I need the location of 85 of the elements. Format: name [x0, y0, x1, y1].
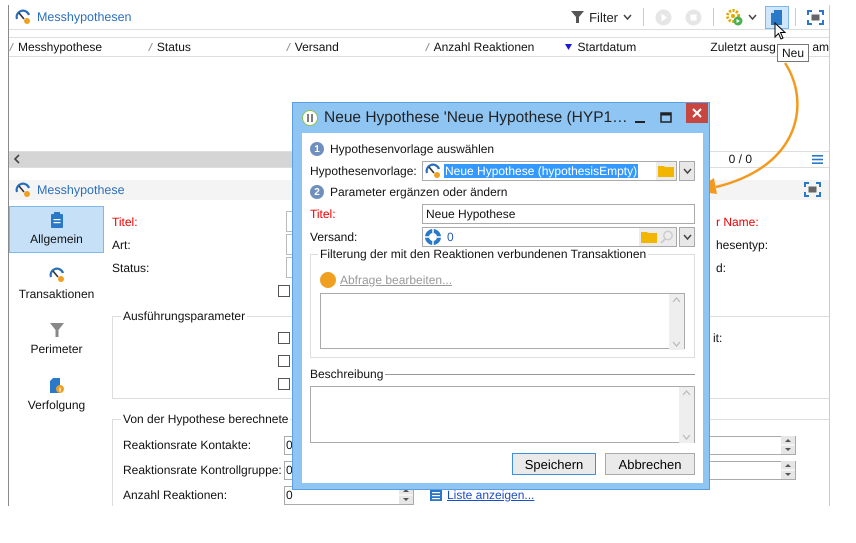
list-link[interactable]: Liste anzeigen... [430, 488, 534, 502]
column-header[interactable]: Anzahl Reaktionen [424, 38, 562, 56]
field-label: Titel: [310, 206, 337, 220]
field-label: Titel: [112, 214, 139, 228]
stop-icon [685, 8, 702, 26]
fullscreen-icon[interactable] [804, 182, 821, 198]
gauge-icon [15, 9, 31, 25]
window-title: Neue Hypothese 'Neue Hypothese (HYP1… [324, 109, 628, 127]
record-count: 0 / 0 [728, 152, 752, 166]
funnel-icon [50, 322, 64, 338]
column-header[interactable]: am [812, 40, 829, 54]
sort-icon [564, 44, 572, 50]
field-label: Anzahl Reaktionen: [123, 488, 228, 502]
menu-icon[interactable] [812, 154, 823, 164]
new-button[interactable] [765, 6, 789, 28]
step-label: Parameter ergänzen oder ändern [330, 185, 508, 199]
panel-title: Messhypothese [37, 182, 125, 197]
checkbox[interactable] [278, 332, 290, 344]
app-icon [302, 110, 318, 126]
maximize-icon[interactable] [660, 112, 672, 124]
close-button[interactable] [686, 103, 708, 123]
field-label: d: [716, 260, 726, 274]
cursor-icon [774, 22, 786, 40]
dropdown-button[interactable] [679, 226, 695, 246]
field-label: Hypothesenvorlage: [310, 164, 418, 178]
group-title: Ausführungsparameter [121, 309, 248, 323]
close-icon [692, 108, 702, 118]
sidebar-item[interactable]: Perimeter [9, 316, 104, 363]
step-label: Hypothesenvorlage auswählen [330, 142, 494, 156]
fullscreen-icon [807, 10, 824, 24]
lifebuoy-icon [425, 228, 441, 244]
field-label: Reaktionsrate Kontakte: [123, 438, 252, 452]
group-title: Von der Hypothese berechnete [121, 412, 290, 426]
checkbox[interactable] [278, 284, 290, 296]
spinner-icon [781, 436, 795, 454]
field-label: Versand: [310, 230, 358, 244]
dropdown-button[interactable] [679, 160, 695, 180]
delivery-field[interactable]: 0 [422, 226, 678, 246]
scrollbar-icon [679, 387, 694, 442]
column-header[interactable]: Status [148, 38, 286, 56]
step-number: 2 [310, 185, 324, 199]
folder-icon [641, 230, 658, 243]
gauge-icon [15, 182, 31, 198]
field-label: Art: [112, 238, 132, 252]
gear-icon [725, 8, 743, 26]
circle-icon [320, 272, 336, 288]
field-label: it: [713, 330, 722, 344]
search-icon [660, 230, 674, 244]
caret-icon [623, 14, 632, 20]
checkbox[interactable] [278, 354, 290, 366]
field-label: hesentyp: [716, 238, 768, 252]
field-label: r Name: [716, 214, 759, 228]
caret-icon [682, 234, 692, 240]
column-header[interactable]: Versand [286, 38, 425, 56]
document-icon [49, 377, 64, 394]
gauge-icon [48, 267, 64, 283]
play-icon [655, 8, 672, 26]
cancel-button[interactable]: Abbrechen [605, 453, 695, 475]
group-title: Filterung der mit den Reaktionen verbundenen Transaktionen [318, 247, 648, 261]
scrollbar-icon [669, 294, 684, 348]
column-header[interactable]: Startdatum [562, 38, 702, 56]
gauge-icon [425, 162, 441, 178]
filter-button[interactable]: Filter [566, 6, 637, 28]
tooltip: Neu [777, 44, 810, 62]
field-label: Status: [112, 260, 150, 274]
caret-icon [748, 14, 757, 20]
checkbox[interactable] [278, 378, 290, 390]
save-button[interactable]: Speichern [512, 453, 596, 475]
column-header[interactable]: Zuletzt ausg [702, 38, 776, 56]
sidebar-item[interactable]: Transaktionen [9, 261, 104, 308]
step-number: 1 [310, 142, 324, 156]
column-header[interactable]: Messhypothese [9, 38, 148, 56]
folder-icon [658, 164, 674, 177]
caret-icon [682, 168, 692, 174]
list-icon [430, 489, 442, 501]
document-icon [770, 8, 784, 26]
clipboard-icon [50, 212, 64, 228]
spinner-icon [781, 461, 795, 479]
field-label: Reaktionsrate Kontrollgruppe: [123, 463, 283, 477]
funnel-icon [571, 10, 584, 24]
section-label: Beschreibung [310, 367, 384, 381]
panel-title: Messhypothesen [37, 10, 132, 24]
sidebar-item[interactable]: Verfolgung [9, 371, 104, 419]
input-field[interactable]: Neue Hypothese [422, 204, 695, 224]
sidebar-item[interactable]: Allgemein [9, 206, 104, 253]
